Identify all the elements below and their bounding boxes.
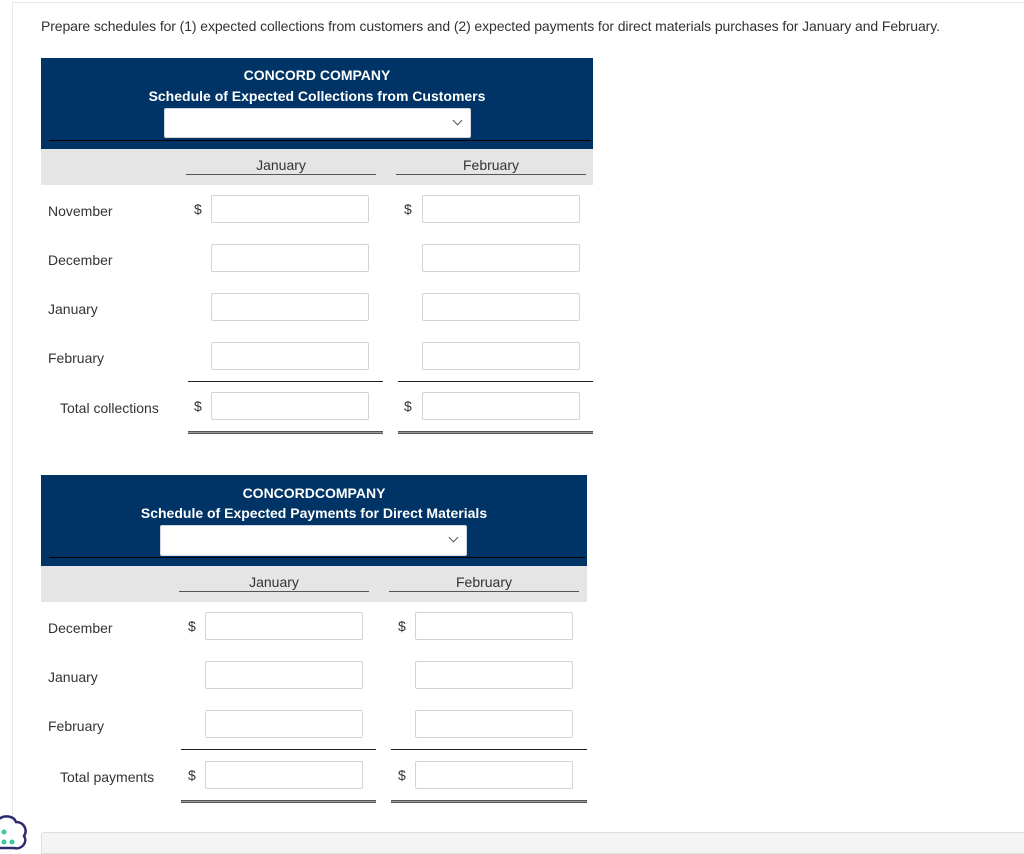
row-label: January [48, 301, 98, 317]
subtotal-rule [188, 381, 383, 382]
january-february-input[interactable] [422, 293, 580, 321]
table-row: December $ $ [41, 612, 587, 644]
currency-symbol: $ [398, 767, 406, 783]
total-collections-february-input[interactable] [422, 392, 580, 420]
collections-period-select[interactable] [164, 108, 471, 138]
february-january-payment-input[interactable] [205, 710, 363, 738]
total-payments-february-input[interactable] [415, 761, 573, 789]
total-row: Total payments $ $ [41, 761, 587, 793]
total-label: Total payments [60, 769, 155, 785]
december-february-input[interactable] [422, 244, 580, 272]
total-double-rule [391, 800, 587, 803]
column-february: February [389, 574, 579, 592]
december-january-payment-input[interactable] [205, 612, 363, 640]
subtotal-rule [398, 381, 593, 382]
company-name: CONCORD COMPANY [243, 67, 391, 83]
february-february-input[interactable] [422, 342, 580, 370]
schedule-title: Schedule of Expected Collections from Cu… [148, 88, 486, 104]
total-double-rule [181, 800, 376, 803]
collections-schedule-header: CONCORD COMPANY Schedule of Expected Col… [41, 58, 593, 149]
november-february-input[interactable] [422, 195, 580, 223]
column-february: February [396, 157, 586, 175]
currency-symbol: $ [188, 767, 196, 783]
november-january-input[interactable] [211, 195, 369, 223]
subtotal-rule [181, 749, 376, 750]
payments-period-select[interactable] [160, 525, 467, 556]
bottom-panel [41, 832, 1024, 854]
total-double-rule [398, 431, 593, 434]
header-divider [49, 557, 585, 558]
row-label: November [48, 203, 113, 219]
assistant-blob-icon[interactable] [0, 812, 42, 852]
february-january-input[interactable] [211, 342, 369, 370]
total-payments-january-input[interactable] [205, 761, 363, 789]
currency-symbol: $ [404, 398, 412, 414]
total-label: Total collections [60, 400, 159, 416]
table-row: February [41, 710, 587, 742]
currency-symbol: $ [194, 201, 202, 217]
collections-schedule: CONCORD COMPANY Schedule of Expected Col… [41, 58, 593, 185]
december-february-payment-input[interactable] [415, 612, 573, 640]
subtotal-rule [391, 749, 587, 750]
row-label: December [48, 620, 113, 636]
chevron-down-icon [448, 532, 459, 543]
row-label: February [48, 718, 105, 734]
payments-schedule-header: CONCORDCOMPANY Schedule of Expected Paym… [41, 475, 587, 566]
company-name: CONCORDCOMPANY [242, 485, 386, 501]
january-january-input[interactable] [211, 293, 369, 321]
table-row: November $ $ [41, 195, 593, 227]
total-double-rule [188, 431, 383, 434]
table-row: February [41, 342, 593, 374]
currency-symbol: $ [398, 618, 406, 634]
february-february-payment-input[interactable] [415, 710, 573, 738]
row-label: December [48, 252, 113, 268]
table-row: December [41, 244, 593, 276]
currency-symbol: $ [188, 618, 196, 634]
table-row: January [41, 661, 587, 693]
total-collections-january-input[interactable] [211, 392, 369, 420]
collections-column-header: January February [41, 149, 593, 185]
payments-column-header: January February [41, 566, 587, 602]
currency-symbol: $ [404, 201, 412, 217]
column-january: January [179, 574, 369, 592]
currency-symbol: $ [194, 398, 202, 414]
january-january-payment-input[interactable] [205, 661, 363, 689]
header-divider [49, 140, 591, 141]
payments-schedule: CONCORDCOMPANY Schedule of Expected Paym… [41, 475, 587, 602]
table-row: January [41, 293, 593, 325]
january-february-payment-input[interactable] [415, 661, 573, 689]
column-january: January [186, 157, 376, 175]
row-label: February [48, 350, 105, 366]
chevron-down-icon [452, 115, 463, 126]
total-row: Total collections $ $ [41, 392, 593, 424]
schedule-title: Schedule of Expected Payments for Direct… [140, 505, 488, 521]
instructions-text: Prepare schedules for (1) expected colle… [41, 18, 940, 34]
row-label: January [48, 669, 98, 685]
december-january-input[interactable] [211, 244, 369, 272]
